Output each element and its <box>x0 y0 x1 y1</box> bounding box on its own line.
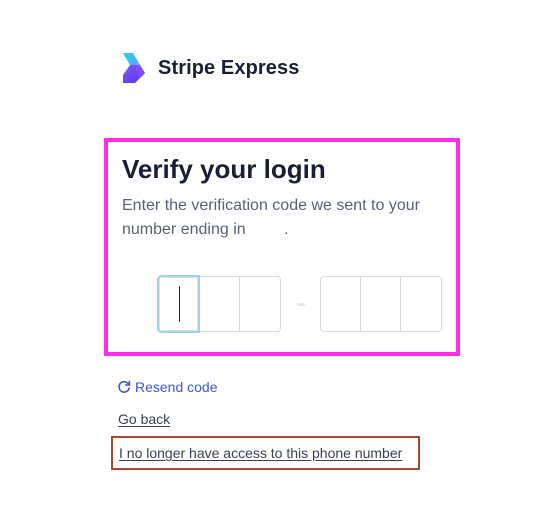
no-access-highlight-box: I no longer have access to this phone nu… <box>111 436 420 470</box>
resend-code-link[interactable]: Resend code <box>117 379 218 395</box>
code-digit-6-input[interactable] <box>401 277 441 331</box>
code-digit-2-input[interactable] <box>200 277 240 331</box>
code-separator <box>297 303 305 306</box>
go-back-link[interactable]: Go back <box>118 411 170 427</box>
brand-header: Stripe Express <box>121 51 299 85</box>
verification-code-group-2 <box>320 276 442 332</box>
no-phone-access-link[interactable]: I no longer have access to this phone nu… <box>119 445 402 461</box>
code-digit-5-input[interactable] <box>361 277 401 331</box>
verify-login-panel: Verify your login Enter the verification… <box>104 138 460 356</box>
code-digit-3-input[interactable] <box>240 277 280 331</box>
refresh-icon <box>118 380 131 393</box>
code-digit-4-input[interactable] <box>321 277 361 331</box>
text-caret <box>179 286 180 322</box>
verify-description-text: Enter the verification code we sent to y… <box>122 197 420 238</box>
verify-description-period: . <box>284 221 289 238</box>
page-title: Verify your login <box>122 154 326 184</box>
verification-code-group-1 <box>157 275 281 333</box>
stripe-express-logo-icon <box>123 53 145 83</box>
brand-name: Stripe Express <box>158 56 300 79</box>
code-digit-1-input[interactable] <box>157 275 200 333</box>
resend-code-label: Resend code <box>135 379 218 395</box>
verify-description: Enter the verification code we sent to y… <box>122 194 442 242</box>
